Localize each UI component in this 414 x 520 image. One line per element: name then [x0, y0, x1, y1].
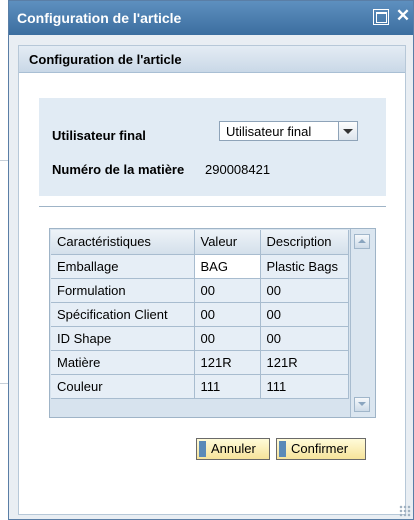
value-cell[interactable]: 00 [194, 326, 261, 351]
table-row[interactable]: Couleur 111 111 [51, 374, 349, 399]
user-select[interactable]: Utilisateur final [219, 121, 358, 141]
description-cell: Plastic Bags [260, 254, 349, 279]
description-cell: 00 [260, 302, 349, 327]
column-header-characteristics[interactable]: Caractéristiques [51, 230, 195, 255]
material-value: 290008421 [205, 162, 271, 177]
characteristics-table: Caractéristiques Valeur Description Emba… [49, 228, 376, 418]
maximize-icon[interactable] [373, 9, 389, 25]
column-header-value[interactable]: Valeur [194, 230, 261, 255]
table-row[interactable]: Emballage BAG Plastic Bags [51, 254, 349, 279]
divider [39, 206, 386, 207]
table-header-row: Caractéristiques Valeur Description [51, 230, 349, 255]
panel-title: Configuration de l'article [29, 52, 182, 67]
confirm-button[interactable]: Confirmer [276, 438, 366, 460]
scroll-up-icon[interactable] [354, 234, 370, 249]
user-label: Utilisateur final [52, 128, 146, 143]
dialog-title: Configuration de l'article [17, 10, 182, 26]
characteristic-cell: ID Shape [51, 326, 195, 351]
background-line [0, 160, 8, 161]
table-row[interactable]: Formulation 00 00 [51, 278, 349, 303]
table-row[interactable]: Matière 121R 121R [51, 350, 349, 375]
material-label: Numéro de la matière [52, 162, 185, 177]
background-line [0, 383, 8, 384]
cancel-button-label: Annuler [211, 441, 256, 456]
value-cell[interactable]: 00 [194, 302, 261, 327]
panel-header: Configuration de l'article [19, 46, 405, 73]
characteristic-cell: Spécification Client [51, 302, 195, 327]
dialog-titlebar[interactable]: Configuration de l'article ✕ [9, 1, 413, 35]
table-row[interactable]: Spécification Client 00 00 [51, 302, 349, 327]
table-row[interactable]: ID Shape 00 00 [51, 326, 349, 351]
description-cell: 00 [260, 278, 349, 303]
characteristic-cell: Couleur [51, 374, 195, 399]
close-icon[interactable]: ✕ [393, 7, 413, 25]
description-cell: 111 [260, 374, 349, 399]
cancel-button[interactable]: Annuler [196, 438, 270, 460]
column-header-description[interactable]: Description [260, 230, 349, 255]
item-configuration-dialog: Configuration de l'article ✕ Configurati… [8, 0, 414, 520]
description-cell: 121R [260, 350, 349, 375]
value-cell[interactable]: 00 [194, 278, 261, 303]
panel-body: Utilisateur final Utilisateur final Numé… [19, 73, 405, 514]
value-cell[interactable]: 121R [194, 350, 261, 375]
characteristic-cell: Emballage [51, 254, 195, 279]
user-select-value: Utilisateur final [226, 124, 312, 139]
resize-grip-icon[interactable] [399, 505, 411, 517]
info-box: Utilisateur final Utilisateur final Numé… [39, 98, 386, 196]
scroll-down-icon[interactable] [354, 397, 370, 412]
value-cell[interactable]: BAG [194, 254, 261, 279]
characteristic-cell: Formulation [51, 278, 195, 303]
chevron-down-icon[interactable] [338, 122, 357, 140]
description-cell: 00 [260, 326, 349, 351]
value-cell[interactable]: 111 [194, 374, 261, 399]
vertical-scrollbar[interactable] [350, 229, 375, 417]
configuration-panel: Configuration de l'article Utilisateur f… [18, 45, 406, 515]
characteristic-cell: Matière [51, 350, 195, 375]
confirm-button-label: Confirmer [291, 441, 349, 456]
